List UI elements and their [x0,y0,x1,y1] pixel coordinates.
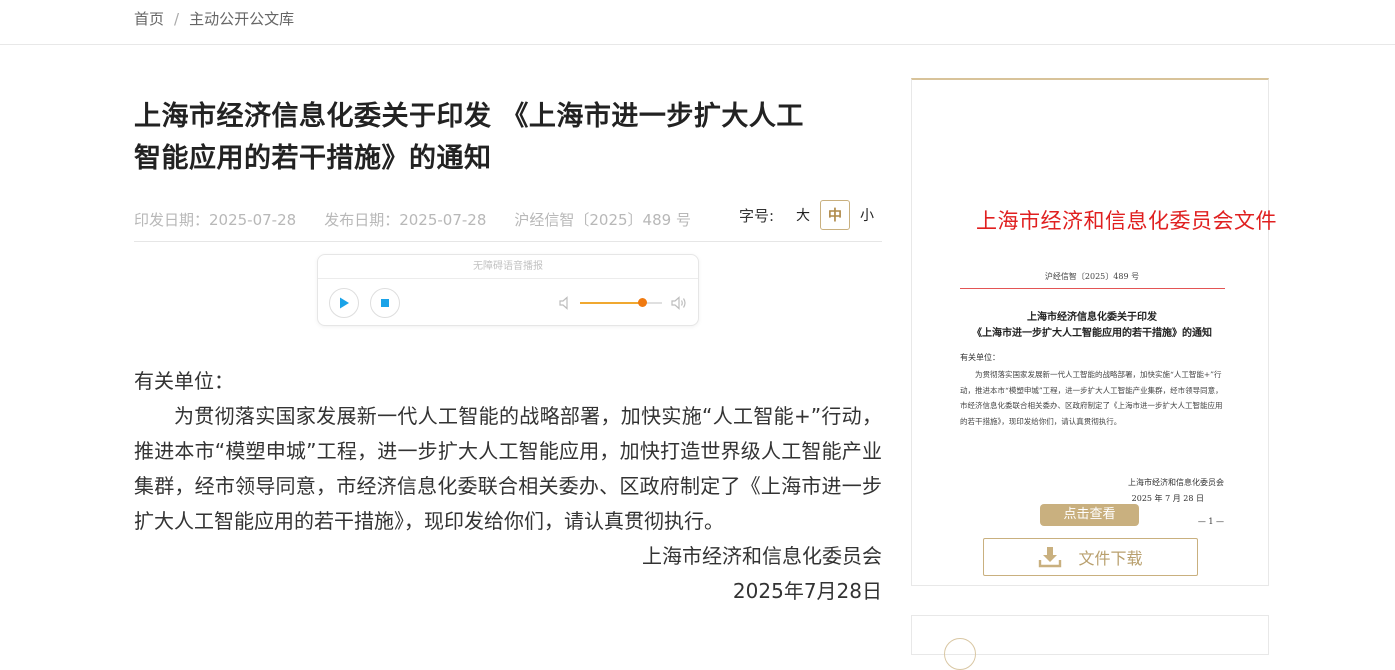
volume-slider-fill [580,302,642,304]
font-size-small-button[interactable]: 小 [852,200,882,230]
breadcrumb-separator: / [174,9,180,28]
audio-controls [318,279,698,326]
volume-slider[interactable] [580,298,662,307]
preview-date: 2025 年 7 月 28 日 [1131,494,1204,503]
font-size-switcher: 字号: 大 中 小 [739,200,882,230]
article-title-line-2: 智能应用的若干措施》的通知 [134,143,492,174]
stop-button[interactable] [370,288,400,318]
preview-title-line-1: 上海市经济信息化委关于印发 [1027,312,1157,323]
salutation: 有关单位： [134,369,234,393]
article-title-line-1: 上海市经济信息化委关于印发 《上海市进一步扩大人工 [134,101,804,132]
audio-player: 无障碍语音播报 [317,254,699,326]
secondary-card-icon [944,638,976,670]
preview-org-header: 上海市经济和信息化委员会文件 [976,209,1277,233]
download-button-label: 文件下载 [1078,549,1143,568]
view-document-button[interactable]: 点击查看 [1040,504,1139,526]
document-preview[interactable]: 上海市经济和信息化委员会文件 沪经信智〔2025〕489 号 上海市经济信息化委… [956,160,1277,540]
play-icon [340,297,349,309]
font-size-label: 字号: [738,206,774,225]
secondary-sidebar-card [911,615,1269,670]
preview-salutation: 有关单位： [960,353,1000,362]
article-main: 上海市经济信息化委关于印发 《上海市进一步扩大人工 智能应用的若干措施》的通知 … [134,96,882,603]
breadcrumb: 首页 / 主动公开公文库 [134,8,294,29]
preview-page-number: — 1 — [1197,517,1224,526]
play-button[interactable] [329,288,359,318]
document-number: 沪经信智〔2025〕489 号 [514,211,691,229]
signature: 上海市经济和信息化委员会 [642,544,882,568]
stop-icon [381,299,389,307]
download-icon [1039,547,1062,568]
preview-red-rule [960,288,1225,289]
body-paragraph: 为贯彻落实国家发展新一代人工智能的战略部署，加快实施“人工智能+”行动，推进本市… [134,404,882,533]
article-body: 有关单位： 为贯彻落实国家发展新一代人工智能的战略部署，加快实施“人工智能+”行… [134,364,882,609]
volume-slider-handle[interactable] [637,298,647,307]
document-sidebar: 上海市经济和信息化委员会文件 沪经信智〔2025〕489 号 上海市经济信息化委… [911,78,1277,586]
font-size-medium-button[interactable]: 中 [820,200,850,230]
audio-player-title: 无障碍语音播报 [318,255,698,279]
issue-date: 印发日期：2025-07-28 [134,211,297,229]
volume-high-icon[interactable] [670,295,688,311]
top-bar: 首页 / 主动公开公文库 [0,0,1395,45]
article-title: 上海市经济信息化委关于印发 《上海市进一步扩大人工 智能应用的若干措施》的通知 [134,96,882,180]
font-size-large-button[interactable]: 大 [788,200,818,230]
download-button[interactable]: 文件下载 [983,538,1198,576]
article-meta: 印发日期：2025-07-28 发布日期：2025-07-28 沪经信智〔202… [134,198,882,242]
preview-doc-number: 沪经信智〔2025〕489 号 [1044,272,1140,281]
publish-date: 发布日期：2025-07-28 [324,211,487,229]
breadcrumb-home-link[interactable]: 首页 [134,8,164,29]
preview-title-line-2: 《上海市进一步扩大人工智能应用的若干措施》的通知 [972,328,1212,339]
signature-date: 2025年7月28日 [732,579,882,603]
preview-paragraph: 为贯彻落实国家发展新一代人工智能的战略部署，加快实施“人工智能+”行动，推进本市… [960,370,1223,426]
volume-low-icon[interactable] [558,295,572,311]
preview-signature: 上海市经济和信息化委员会 [1128,478,1224,487]
breadcrumb-current-link[interactable]: 主动公开公文库 [189,8,294,29]
